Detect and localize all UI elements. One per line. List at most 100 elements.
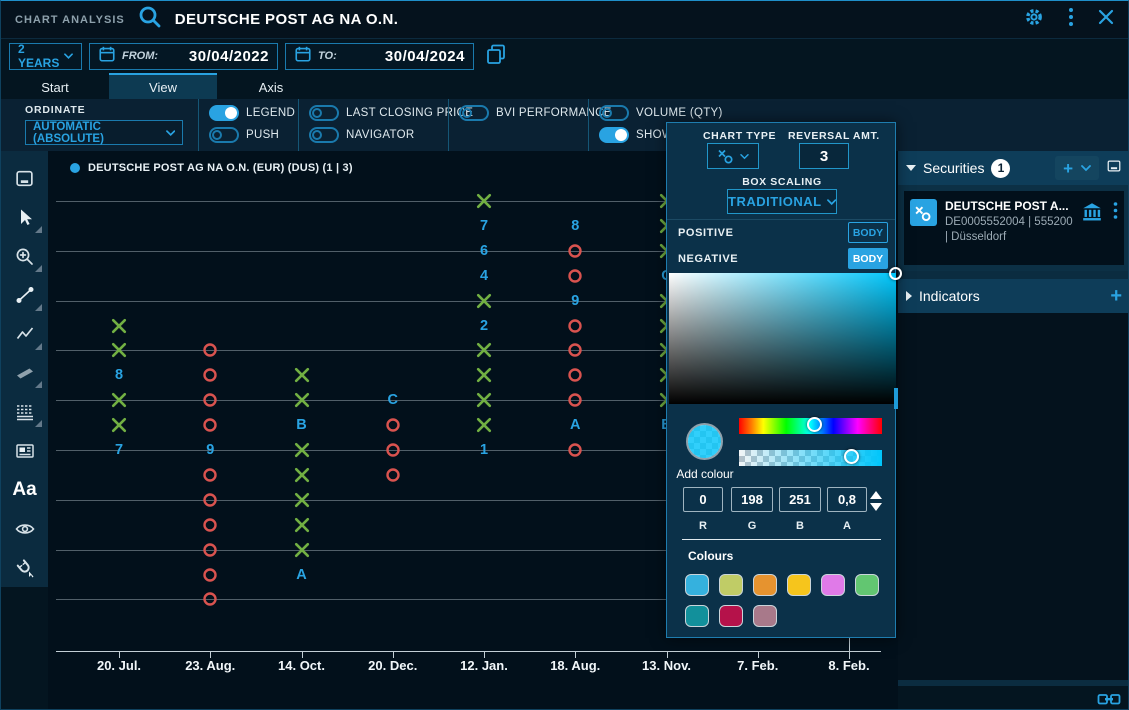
negative-label: NEGATIVE [678, 253, 738, 265]
colour-swatch[interactable] [685, 605, 709, 627]
pnf-o-marker [566, 267, 584, 285]
saturation-handle[interactable] [889, 267, 902, 280]
security-exchange: | Düsseldorf [945, 230, 1073, 245]
toggle-switch[interactable] [599, 127, 629, 143]
plus-icon[interactable]: + [1063, 160, 1073, 177]
scrollbar-thumb[interactable] [894, 388, 898, 409]
security-card[interactable]: DEUTSCHE POST A... DE0005552004 | 555200… [904, 191, 1124, 265]
toggle-bvi-performance[interactable]: BVI PERFORMANCE [459, 105, 580, 121]
toggle-switch[interactable] [599, 105, 629, 121]
securities-header[interactable]: Securities 1 + [898, 151, 1129, 185]
legend-text: DEUTSCHE POST AG NA O.N. (EUR) (DUS) (1 … [88, 162, 353, 174]
pnf-o-marker [384, 466, 402, 484]
dock-panel-icon[interactable] [1106, 158, 1122, 179]
alpha-slider[interactable] [739, 450, 882, 466]
alpha-stepper[interactable] [870, 491, 882, 511]
chevron-down-icon [64, 52, 73, 60]
alpha-handle[interactable] [844, 449, 859, 464]
cursor-icon[interactable] [5, 198, 45, 237]
add-security-group[interactable]: + [1055, 156, 1099, 180]
colour-swatch[interactable] [753, 605, 777, 627]
text-tool-icon[interactable]: Aa [5, 470, 45, 509]
colour-swatch[interactable] [787, 574, 811, 596]
from-date-field[interactable]: FROM: 30/04/2022 [89, 43, 278, 70]
axis-tick [849, 638, 850, 659]
close-icon[interactable] [1098, 9, 1114, 30]
ordinate-select[interactable]: AUTOMATIC (ABSOLUTE) [25, 120, 183, 145]
box-scaling-select[interactable]: TRADITIONAL [727, 189, 837, 214]
green-input[interactable]: 198 [731, 487, 773, 512]
axis-tick-label: 13. Nov. [642, 658, 691, 673]
pnf-o-marker [384, 416, 402, 434]
hue-handle[interactable] [807, 417, 822, 432]
reversal-amount-input[interactable]: 3 [799, 143, 849, 169]
grid-icon[interactable] [5, 392, 45, 431]
saturation-picker[interactable] [669, 273, 896, 404]
trendline-icon[interactable] [5, 276, 45, 315]
toggle-legend[interactable]: LEGEND [209, 105, 290, 121]
tab-axis[interactable]: Axis [217, 73, 325, 99]
axis-tick-label: 23. Aug. [185, 658, 235, 673]
chart-type-select[interactable] [707, 143, 759, 169]
step-up-icon[interactable] [870, 491, 882, 499]
chart-legend: DEUTSCHE POST AG NA O.N. (EUR) (DUS) (1 … [70, 162, 353, 174]
toggle-switch[interactable] [309, 127, 339, 143]
tab-view[interactable]: View [109, 73, 217, 99]
polyline-icon[interactable] [5, 315, 45, 354]
exchange-bank-icon[interactable] [1081, 201, 1103, 228]
copy-icon[interactable] [484, 42, 508, 71]
blue-input[interactable]: 251 [779, 487, 821, 512]
magnet-icon[interactable] [5, 548, 45, 587]
gear-icon[interactable] [1024, 7, 1044, 32]
green-label: G [742, 520, 762, 532]
expand-arrow-icon[interactable] [906, 291, 912, 301]
kebab-menu-icon[interactable] [1068, 7, 1074, 32]
range-select[interactable]: 2 YEARS [9, 43, 82, 70]
toggle-volume-qty-[interactable]: VOLUME (QTY) [599, 105, 890, 121]
colour-swatch[interactable] [855, 574, 879, 596]
add-indicator-icon[interactable]: + [1110, 286, 1122, 306]
link-icon[interactable] [1097, 691, 1121, 710]
colour-swatch[interactable] [821, 574, 845, 596]
chevron-down-icon[interactable] [1081, 164, 1091, 172]
red-label: R [693, 520, 713, 532]
search-icon[interactable] [137, 4, 163, 35]
ordinate-section: ORDINATE AUTOMATIC (ABSOLUTE) [1, 99, 198, 151]
series-dot-icon [70, 163, 80, 173]
pnf-x-marker [293, 516, 311, 534]
red-input[interactable]: 0 [683, 487, 723, 512]
negative-body-button[interactable]: BODY [848, 248, 888, 269]
toggle-navigator[interactable]: NAVIGATOR [309, 127, 440, 143]
toggle-switch[interactable] [209, 105, 239, 121]
toggle-label: LEGEND [246, 107, 295, 119]
step-down-icon[interactable] [870, 503, 882, 511]
zoom-in-icon[interactable] [5, 237, 45, 276]
toggle-last-closing-price[interactable]: LAST CLOSING PRICE [309, 105, 440, 121]
toggle-push[interactable]: PUSH [209, 127, 290, 143]
indicators-header[interactable]: Indicators + [898, 279, 1129, 313]
toggle-switch[interactable] [459, 105, 489, 121]
chevron-down-icon [166, 129, 175, 137]
toggle-switch[interactable] [309, 105, 339, 121]
axis-tick [575, 651, 576, 658]
eye-icon[interactable] [5, 509, 45, 548]
colour-swatch[interactable] [719, 574, 743, 596]
axis-tick-label: 7. Feb. [737, 658, 778, 673]
add-colour-swatch[interactable] [686, 423, 723, 460]
news-icon[interactable] [5, 431, 45, 470]
toggle-switch[interactable] [209, 127, 239, 143]
dock-icon[interactable] [5, 159, 45, 198]
pnf-month-label: 8 [566, 217, 584, 235]
positive-body-button[interactable]: BODY [848, 222, 888, 243]
collapse-arrow-icon[interactable] [906, 165, 916, 171]
to-date-field[interactable]: TO: 30/04/2024 [285, 43, 474, 70]
parallelogram-icon[interactable] [5, 354, 45, 393]
kebab-menu-icon[interactable] [1113, 201, 1118, 226]
colour-swatch[interactable] [753, 574, 777, 596]
colour-swatch[interactable] [719, 605, 743, 627]
positive-label: POSITIVE [678, 227, 734, 239]
pnf-month-label: 6 [475, 242, 493, 260]
alpha-input[interactable]: 0,8 [827, 487, 867, 512]
tab-start[interactable]: Start [1, 73, 109, 99]
colour-swatch[interactable] [685, 574, 709, 596]
